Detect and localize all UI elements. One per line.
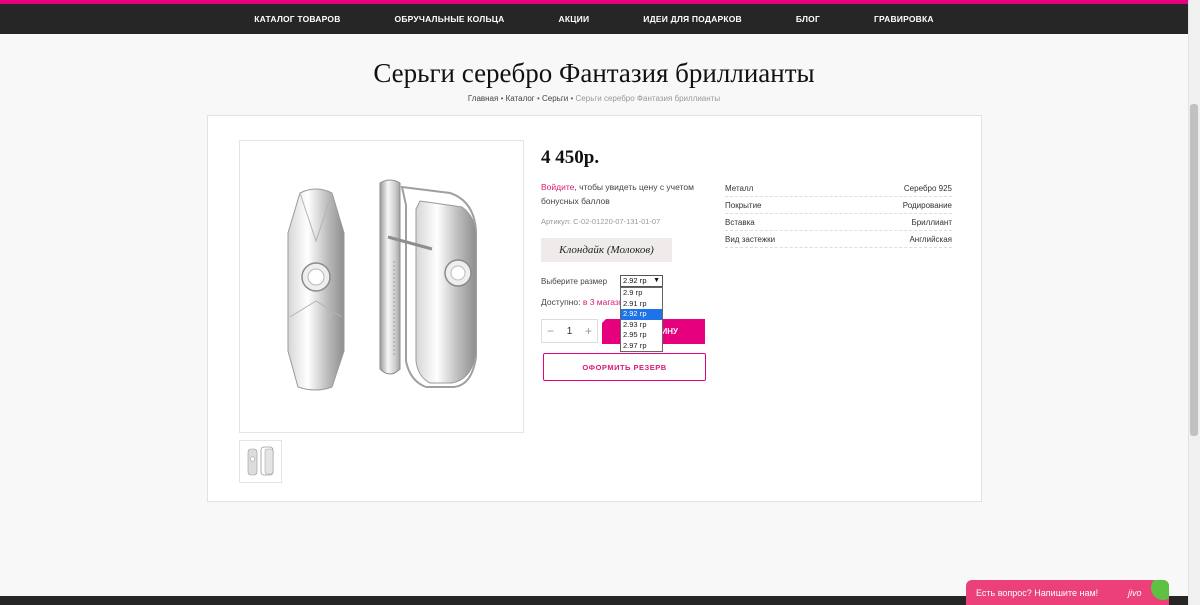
supplier-badge: Клондайк (Молоков) [541,238,672,262]
spec-value: Бриллиант [911,217,952,227]
nav-promotions[interactable]: АКЦИИ [559,14,590,24]
size-label: Выберите размер [541,277,608,286]
size-option[interactable]: 2.9 гр [621,288,662,299]
page-title: Серьги серебро Фантазия бриллианты [373,58,815,88]
quantity-value[interactable]: 1 [567,326,573,337]
nav-catalog[interactable]: КАТАЛОГ ТОВАРОВ [254,14,340,24]
product-main-image[interactable] [239,140,524,433]
spec-name: Покрытие [725,200,762,210]
spec-row: Вид застежки Английская [725,231,952,248]
nav-wedding-rings[interactable]: ОБРУЧАЛЬНЫЕ КОЛЬЦА [395,14,505,24]
spec-table: Металл Серебро 925 Покрытие Родирование … [725,180,952,248]
page-scrollbar[interactable] [1188,0,1200,605]
spec-name: Вид застежки [725,234,776,244]
main-menu: КАТАЛОГ ТОВАРОВ ОБРУЧАЛЬНЫЕ КОЛЬЦА АКЦИИ… [0,4,1188,34]
nav-blog[interactable]: БЛОГ [796,14,820,24]
breadcrumb-current: Серьги серебро Фантазия бриллианты [575,94,721,103]
earring-image [287,179,477,391]
spec-row: Покрытие Родирование [725,197,952,214]
size-option[interactable]: 2.97 гр [621,341,662,352]
spec-value: Серебро 925 [903,183,952,193]
minus-icon[interactable]: − [547,324,554,338]
product-price: 4 450р. [541,147,600,168]
chat-brand: jivo [1128,588,1142,598]
spec-row: Металл Серебро 925 [725,180,952,197]
spec-name: Вставка [725,217,755,227]
nav-gift-ideas[interactable]: ИДЕИ ДЛЯ ПОДАРКОВ [643,14,742,24]
plus-icon[interactable]: + [585,324,592,338]
availability-label: Доступно: [541,297,581,307]
size-selected-value: 2.92 гр [623,276,647,285]
login-note: Войдите, чтобы увидеть цену с учетом бон… [541,180,711,208]
spec-name: Металл [725,183,754,193]
size-option[interactable]: 2.95 гр [621,330,662,341]
breadcrumb-catalog[interactable]: Каталог [506,94,535,103]
chat-widget[interactable]: Есть вопрос? Напишите нам! jivo [966,580,1169,605]
breadcrumb: Главная • Каталог • Серьги • Серьги сере… [467,94,721,103]
chat-status-icon [1151,580,1169,600]
reserve-button[interactable]: ОФОРМИТЬ РЕЗЕРВ [543,353,706,381]
login-link[interactable]: Войдите [541,182,574,192]
scrollbar-thumb[interactable] [1190,104,1198,436]
earring-thumbnail [247,446,274,476]
spec-value: Английская [909,234,952,244]
chevron-down-icon: ▼ [653,277,660,284]
breadcrumb-earrings[interactable]: Серьги [542,94,568,103]
spec-value: Родирование [902,200,952,210]
chat-widget-text: Есть вопрос? Напишите нам! [976,587,1099,598]
quantity-stepper: − 1 + [541,319,598,343]
size-select[interactable]: 2.92 гр ▼ [620,275,663,287]
product-thumbnail[interactable] [239,440,282,483]
size-option[interactable]: 2.91 гр [621,299,662,310]
spec-row: Вставка Бриллиант [725,214,952,231]
top-navigation-bar: КАТАЛОГ ТОВАРОВ ОБРУЧАЛЬНЫЕ КОЛЬЦА АКЦИИ… [0,0,1188,34]
nav-engraving[interactable]: ГРАВИРОВКА [874,14,934,24]
breadcrumb-home[interactable]: Главная [468,94,498,103]
size-option[interactable]: 2.93 гр [621,320,662,331]
size-option-selected[interactable]: 2.92 гр [621,309,662,320]
size-dropdown-list: 2.9 гр 2.91 гр 2.92 гр 2.93 гр 2.95 гр 2… [620,287,663,352]
article-number: Артикул: С-02-01220-07-131-01-07 [541,217,661,226]
